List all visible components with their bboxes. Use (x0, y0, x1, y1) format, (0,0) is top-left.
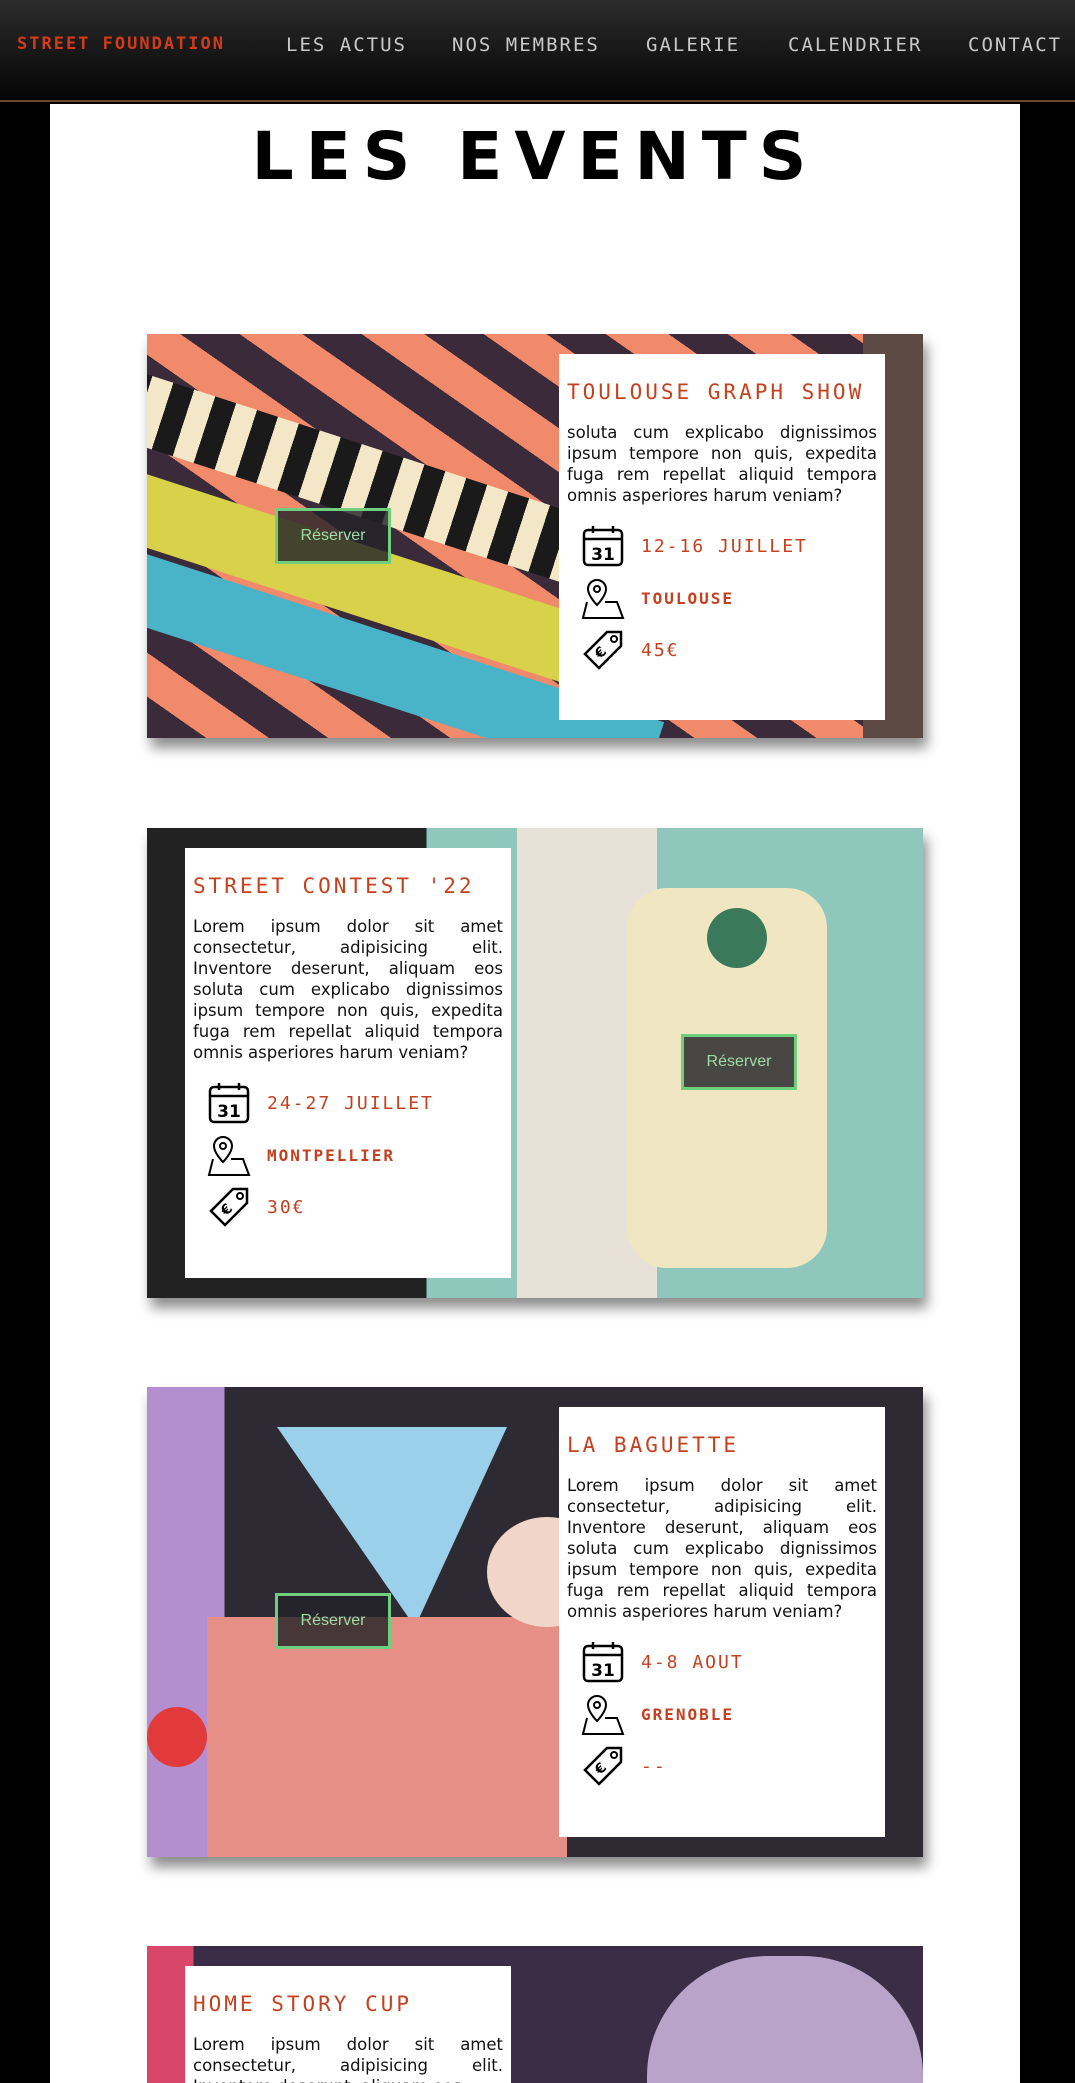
event-location: TOULOUSE (641, 588, 735, 608)
top-navbar: STREET FOUNDATION LES ACTUS NOS MEMBRES … (0, 0, 1075, 102)
svg-text:31: 31 (591, 545, 615, 565)
event-info-panel: TOULOUSE GRAPH SHOW soluta cum explicabo… (559, 354, 885, 720)
svg-text:31: 31 (591, 1661, 615, 1681)
price-tag-icon: € (209, 1187, 249, 1227)
event-title: LA BAGUETTE (567, 1433, 740, 1457)
map-pin-icon (581, 1694, 625, 1735)
event-description: Lorem ipsum dolor sit amet consectetur, … (193, 2035, 503, 2083)
price-tag-icon: € (583, 1746, 623, 1786)
price-tag-icon: € (583, 630, 623, 670)
reserve-button[interactable]: Réserver (681, 1034, 797, 1090)
event-date: 4-8 AOUT (641, 1651, 744, 1673)
reserve-button[interactable]: Réserver (275, 1593, 391, 1649)
nav-link-actus[interactable]: LES ACTUS (286, 34, 407, 56)
event-info-panel: HOME STORY CUP Lorem ipsum dolor sit ame… (185, 1966, 511, 2083)
event-card: Réserver LA BAGUETTE Lorem ipsum dolor s… (147, 1387, 923, 1857)
event-info-panel: LA BAGUETTE Lorem ipsum dolor sit amet c… (559, 1407, 885, 1837)
event-title: STREET CONTEST '22 (193, 874, 475, 898)
event-card: Réserver TOULOUSE GRAPH SHOW soluta cum … (147, 334, 923, 738)
event-details: 31 12-16 JUILLET TOULOUSE € 45€ (567, 520, 877, 676)
calendar-icon: 31 (582, 1642, 624, 1683)
event-title: HOME STORY CUP (193, 1992, 413, 2016)
event-description: Lorem ipsum dolor sit amet consectetur, … (567, 1476, 877, 1621)
event-details: 31 4-8 AOUT GRENOBLE € -- (567, 1636, 877, 1792)
event-description: soluta cum explicabo dignissimos ipsum t… (567, 423, 877, 505)
event-card: HOME STORY CUP Lorem ipsum dolor sit ame… (147, 1946, 923, 2083)
event-card: Réserver STREET CONTEST '22 Lorem ipsum … (147, 828, 923, 1298)
event-price: -- (641, 1755, 667, 1777)
nav-link-calendrier[interactable]: CALENDRIER (788, 34, 922, 56)
nav-link-membres[interactable]: NOS MEMBRES (452, 34, 600, 56)
calendar-icon: 31 (208, 1083, 250, 1124)
events-page: LES EVENTS Réserver TOULOUSE GRAPH SHOW … (50, 104, 1020, 2083)
event-location: MONTPELLIER (267, 1145, 395, 1165)
event-location: GRENOBLE (641, 1704, 735, 1724)
event-details: 31 24-27 JUILLET MONTPELLIER € 30€ (193, 1077, 503, 1233)
calendar-icon: 31 (582, 526, 624, 567)
svg-text:31: 31 (217, 1102, 241, 1122)
map-pin-icon (207, 1135, 251, 1176)
event-price: 45€ (641, 639, 680, 661)
event-date: 24-27 JUILLET (267, 1092, 434, 1114)
event-date: 12-16 JUILLET (641, 535, 808, 557)
map-pin-icon (581, 578, 625, 619)
event-info-panel: STREET CONTEST '22 Lorem ipsum dolor sit… (185, 848, 511, 1278)
reserve-button[interactable]: Réserver (275, 508, 391, 564)
nav-link-contact[interactable]: CONTACT (968, 34, 1062, 56)
brand-logo-link[interactable]: STREET FOUNDATION (17, 34, 225, 54)
event-price: 30€ (267, 1196, 306, 1218)
event-description: Lorem ipsum dolor sit amet consectetur, … (193, 917, 503, 1062)
event-title: TOULOUSE GRAPH SHOW (567, 380, 865, 404)
nav-link-galerie[interactable]: GALERIE (646, 34, 740, 56)
page-title: LES EVENTS (251, 118, 819, 195)
